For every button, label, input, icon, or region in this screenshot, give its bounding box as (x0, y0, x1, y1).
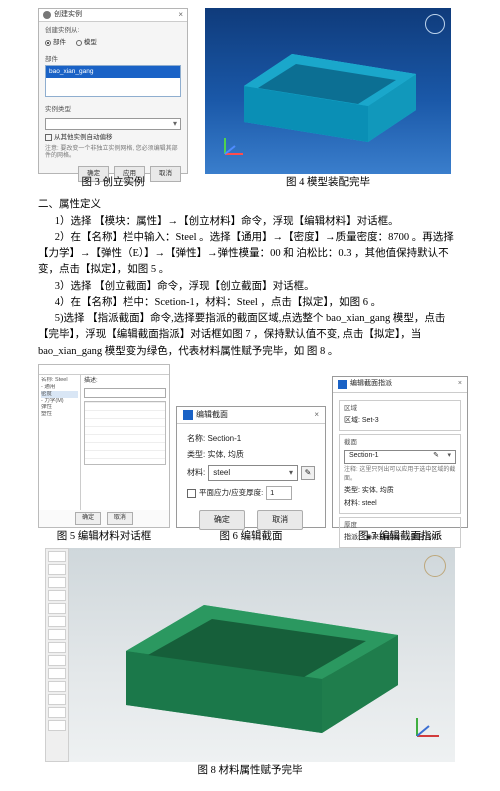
material-dropdown[interactable]: steel (208, 465, 298, 481)
instance-type-dropdown[interactable] (45, 118, 181, 130)
thickness-input[interactable]: 1 (266, 486, 292, 500)
section-group: 截面 Section-1 ✎ 注释: 这里只列出可以应用于选中区域的截面。 类型… (339, 434, 461, 514)
fig3-caption: 图 3 创立实例 (82, 175, 145, 191)
cancel-button[interactable]: 取消 (257, 510, 303, 530)
edit-section-dialog: 编辑截面 × 名称: Section-1 类型: 实体, 均质 材料: stee… (176, 406, 326, 528)
fig8-caption: 图 8 材料属性赋予完毕 (198, 763, 303, 779)
desc-label: 描述: (84, 377, 166, 386)
fig4-caption: 图 4 模型装配完毕 (286, 175, 370, 191)
dialog-title: 编辑截面 (196, 409, 228, 421)
fig7-caption: 图 7 编辑截面指派 (358, 529, 442, 545)
section2-title: 二、属性定义 (38, 197, 462, 213)
tool-button[interactable] (48, 668, 66, 679)
section-type-line: 类型: 实体, 均质 (344, 486, 456, 497)
step-1: 1）选择 【模块：属性】→【创立材料】命令，浮现【编辑材料】对话框。 (38, 214, 462, 230)
instance-type-label: 实例类型 (45, 105, 181, 115)
tool-button[interactable] (48, 616, 66, 627)
tool-button[interactable] (48, 590, 66, 601)
dialog-title: 创建实例 (54, 10, 82, 21)
dialog-title: 编辑截面指派 (350, 379, 392, 390)
section-material-line: 材料: steel (344, 499, 456, 510)
radio-model[interactable]: 模型 (76, 38, 97, 48)
section-hint: 注释: 这里只列出可以应用于选中区域的截面。 (344, 466, 456, 485)
tool-button[interactable] (48, 694, 66, 705)
ok-button[interactable]: 确定 (75, 512, 101, 525)
edit-material-dialog: 名称: Steel - 通用 密度 - 力学(M) 弹性 塑性 描述: 确定 取… (38, 364, 170, 528)
tool-button[interactable] (48, 629, 66, 640)
thickness-label: 平面应力/应变厚度: (199, 487, 263, 499)
fig6-caption: 图 6 编辑截面 (220, 529, 283, 545)
compass-icon (425, 14, 445, 34)
gear-icon (43, 11, 51, 19)
assembly-viewport (205, 8, 451, 174)
section-type: 类型: 实体, 均质 (187, 449, 315, 461)
fig5-caption: 图 5 编辑材料对话框 (57, 529, 152, 545)
bathtub-model-blue (218, 26, 438, 156)
material-label: 材料: (187, 467, 205, 479)
cancel-button[interactable]: 取消 (107, 512, 133, 525)
tool-button[interactable] (48, 707, 66, 718)
list-item[interactable]: bao_xian_gang (46, 66, 180, 78)
fig8-viewport-wrap (45, 548, 455, 762)
tool-button[interactable] (48, 564, 66, 575)
section-dropdown[interactable]: Section-1 ✎ (344, 450, 456, 464)
material-tree[interactable]: 名称: Steel - 通用 密度 - 力学(M) 弹性 塑性 (39, 375, 81, 510)
region-line: 区域: Set-3 (344, 416, 456, 427)
thickness-checkbox[interactable] (187, 489, 196, 498)
edit-section-assignment-dialog: 编辑截面指派 × 区域 区域: Set-3 截面 Section-1 ✎ 注释:… (332, 376, 468, 528)
tool-button[interactable] (48, 642, 66, 653)
axis-triad-icon (221, 134, 249, 164)
step-4: 4）在【名称】栏中：Scetion-1，材料：Steel ，点击【拟定】，如图 … (38, 295, 462, 311)
tool-button[interactable] (48, 551, 66, 562)
bathtub-model-green (92, 565, 432, 745)
tool-button[interactable] (48, 720, 66, 731)
compass-icon (424, 555, 446, 577)
vertical-toolbar (45, 548, 69, 762)
close-icon[interactable]: × (314, 409, 319, 421)
desc-field[interactable] (84, 388, 166, 398)
ok-button[interactable]: 确定 (199, 510, 245, 530)
close-icon[interactable]: × (458, 379, 462, 390)
parts-list[interactable]: bao_xian_gang (45, 65, 181, 97)
tool-button[interactable] (48, 681, 66, 692)
auto-offset-checkbox[interactable]: 从其他实例自动偏移 (45, 133, 181, 143)
model-viewport-green (69, 548, 455, 762)
dialog-icon (183, 410, 193, 420)
create-instance-dialog: 创建实例 × 创建实例从: 部件 模型 部件 bao_xian_gang 实例类… (38, 8, 188, 174)
list-label: 部件 (45, 55, 181, 65)
step-3: 3）选择 【创立截面】命令，浮现【创立截面】对话框。 (38, 279, 462, 295)
cancel-button[interactable]: 取消 (150, 166, 181, 182)
tool-button[interactable] (48, 603, 66, 614)
edit-material-icon[interactable]: ✎ (301, 466, 315, 480)
radio-part[interactable]: 部件 (45, 38, 66, 48)
step-2: 2）在【名称】栏中输入：Steel 。选择【通用】→【密度】→质量密度：8700… (38, 230, 462, 279)
region-group: 区域 区域: Set-3 (339, 400, 461, 431)
dialog-icon (338, 380, 347, 389)
axis-triad-icon (413, 714, 443, 746)
create-from-label: 创建实例从: (45, 26, 181, 36)
close-icon[interactable]: × (178, 9, 183, 21)
section-name: 名称: Section-1 (187, 433, 315, 445)
dialog-hint: 注意: 要改变一个非独立实例网格, 您必须编辑其部件的网格。 (45, 146, 181, 160)
edit-section-icon[interactable]: ✎ (433, 451, 439, 462)
step-5: 5)选择 【指派截面】命令,选择要指派的截面区域,点选整个 bao_xian_g… (38, 311, 462, 360)
material-data-table[interactable] (84, 401, 166, 465)
tool-button[interactable] (48, 655, 66, 666)
tool-button[interactable] (48, 577, 66, 588)
